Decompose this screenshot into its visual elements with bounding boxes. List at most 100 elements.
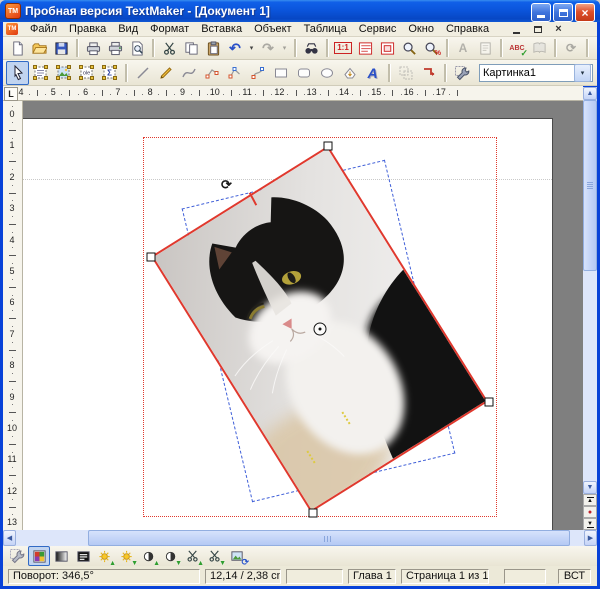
crop-more-button[interactable]: ▲ (182, 546, 204, 567)
view-actual-size-button[interactable]: 1:1 (332, 37, 354, 59)
copy-button[interactable] (180, 37, 202, 59)
contrast-up-button[interactable]: ▲ (138, 546, 160, 567)
document-restore-button[interactable] (530, 23, 545, 36)
save-button[interactable] (50, 37, 72, 59)
paragraph-format-button[interactable] (474, 37, 496, 59)
crop-less-button[interactable]: ▼ (204, 546, 226, 567)
zoom-button[interactable] (398, 37, 420, 59)
thesaurus-button[interactable] (528, 37, 550, 59)
view-layout-button[interactable] (354, 37, 376, 59)
draw-ellipse-button[interactable] (315, 61, 338, 85)
status-insert-mode[interactable]: ВСТ (558, 568, 591, 584)
object-selector-dropdown-button[interactable]: ▾ (574, 63, 591, 82)
scroll-left-button[interactable]: ◀ (3, 530, 16, 546)
horizontal-scrollbar-thumb[interactable] (88, 530, 570, 546)
print-button[interactable] (82, 37, 104, 59)
horizontal-ruler[interactable]: 4 5 6 7 8 9 10 11 12 13 14 15 16 17 (3, 86, 583, 101)
menu-item-0[interactable]: Файл (24, 22, 63, 36)
cut-button[interactable] (158, 37, 180, 59)
undo-button[interactable]: ↶ (224, 37, 246, 59)
color-mode-button[interactable] (28, 546, 50, 566)
object-properties-button[interactable] (450, 61, 473, 85)
status-cursor-position[interactable]: 12,14 / 2,38 cm (205, 568, 281, 584)
previous-page-button[interactable]: ▲ (583, 494, 597, 506)
blackwhite-mode-button[interactable] (72, 546, 94, 566)
status-chapter[interactable]: Глава 1 (348, 568, 396, 584)
draw-rounded-rectangle-button[interactable] (292, 61, 315, 85)
select-pointer-button[interactable] (6, 60, 29, 85)
formatting-marks-button[interactable]: ¶ (592, 37, 600, 59)
new-document-button[interactable] (6, 37, 28, 59)
resize-handle-right[interactable] (484, 397, 494, 407)
document-close-button[interactable]: × (551, 23, 566, 36)
update-fields-button[interactable]: ⟳ (560, 37, 582, 59)
menu-item-6[interactable]: Таблица (298, 22, 353, 36)
draw-curve-button[interactable] (177, 61, 200, 85)
textart-button[interactable]: A (361, 61, 384, 85)
text-frame-button[interactable] (29, 61, 52, 85)
resize-handle-top[interactable] (323, 141, 333, 151)
vertical-scrollbar[interactable]: ▲ ▼ ▲ ● ▼ (583, 87, 597, 530)
browse-object-button[interactable]: ● (583, 506, 597, 518)
draw-bezier-button[interactable] (246, 61, 269, 85)
ole-frame-button[interactable]: ole (75, 61, 98, 85)
scroll-right-button[interactable]: ▶ (584, 530, 597, 546)
character-format-button[interactable]: A (452, 37, 474, 59)
picture-frame-button[interactable] (52, 61, 75, 85)
next-page-button[interactable]: ▼ (583, 518, 597, 530)
object-selector[interactable]: Картинка1 ▾ (479, 63, 593, 82)
draw-polyline-button[interactable] (200, 61, 223, 85)
tab-type-button[interactable]: L (4, 87, 18, 101)
find-button[interactable] (300, 37, 322, 59)
draw-line-button[interactable] (131, 61, 154, 85)
close-button[interactable]: × (575, 3, 595, 22)
group-objects-button[interactable] (394, 61, 417, 85)
resize-handle-bottom[interactable] (308, 508, 318, 518)
view-master-button[interactable] (376, 37, 398, 59)
brightness-up-button[interactable]: ▲ (94, 546, 116, 567)
menu-item-8[interactable]: Окно (402, 22, 440, 36)
draw-rectangle-button[interactable] (269, 61, 292, 85)
picture-properties-button[interactable] (6, 546, 28, 566)
chart-frame-button[interactable]: Σ (98, 61, 121, 85)
ruler-tick (12, 184, 13, 186)
menu-item-4[interactable]: Вставка (195, 22, 248, 36)
menu-item-9[interactable]: Справка (440, 22, 495, 36)
zoom-level-button[interactable]: % (420, 37, 442, 59)
title-bar[interactable]: TM Пробная версия TextMaker - [Документ … (0, 0, 600, 22)
menu-item-7[interactable]: Сервис (353, 22, 403, 36)
status-page-indicator[interactable]: Страница 1 из 1 (401, 568, 489, 584)
menu-item-2[interactable]: Вид (112, 22, 144, 36)
vertical-scrollbar-thumb[interactable] (583, 100, 597, 271)
horizontal-scrollbar[interactable]: ◀ ▶ (3, 530, 597, 546)
draw-freehand-button[interactable] (154, 61, 177, 85)
redo-dropdown-button[interactable]: ▾ (279, 38, 290, 58)
print-preview-button[interactable] (126, 37, 148, 59)
draw-polygon-button[interactable] (223, 61, 246, 85)
menu-item-5[interactable]: Объект (248, 22, 297, 36)
brightness-down-button[interactable]: ▼ (116, 546, 138, 567)
undo-dropdown-button[interactable]: ▾ (246, 38, 257, 58)
vertical-ruler[interactable]: 0 1 2 3 4 5 6 7 8 9 10 11 12 13 (3, 101, 23, 530)
menu-item-3[interactable]: Формат (144, 22, 195, 36)
scroll-up-button[interactable]: ▲ (583, 87, 597, 100)
redo-button[interactable]: ↷ (257, 37, 279, 59)
contrast-down-button[interactable]: ▼ (160, 546, 182, 567)
tab-order-button[interactable] (417, 61, 440, 85)
document-canvas[interactable]: ⟳ (23, 101, 583, 530)
grayscale-mode-button[interactable] (50, 546, 72, 566)
quick-print-button[interactable] (104, 37, 126, 59)
resize-handle-left[interactable] (146, 252, 156, 262)
paste-button[interactable] (202, 37, 224, 59)
ruler-tick (12, 200, 13, 202)
separator (388, 63, 390, 82)
autoshape-button[interactable] (338, 61, 361, 85)
minimize-button[interactable] (531, 3, 551, 22)
spell-check-button[interactable]: ABC ✓ (506, 37, 528, 59)
menu-item-1[interactable]: Правка (63, 22, 112, 36)
scroll-down-button[interactable]: ▼ (583, 481, 597, 494)
change-picture-button[interactable]: ⟳ (226, 546, 249, 567)
open-button[interactable] (28, 37, 50, 59)
document-minimize-button[interactable] (509, 23, 524, 36)
maximize-button[interactable] (553, 3, 573, 22)
